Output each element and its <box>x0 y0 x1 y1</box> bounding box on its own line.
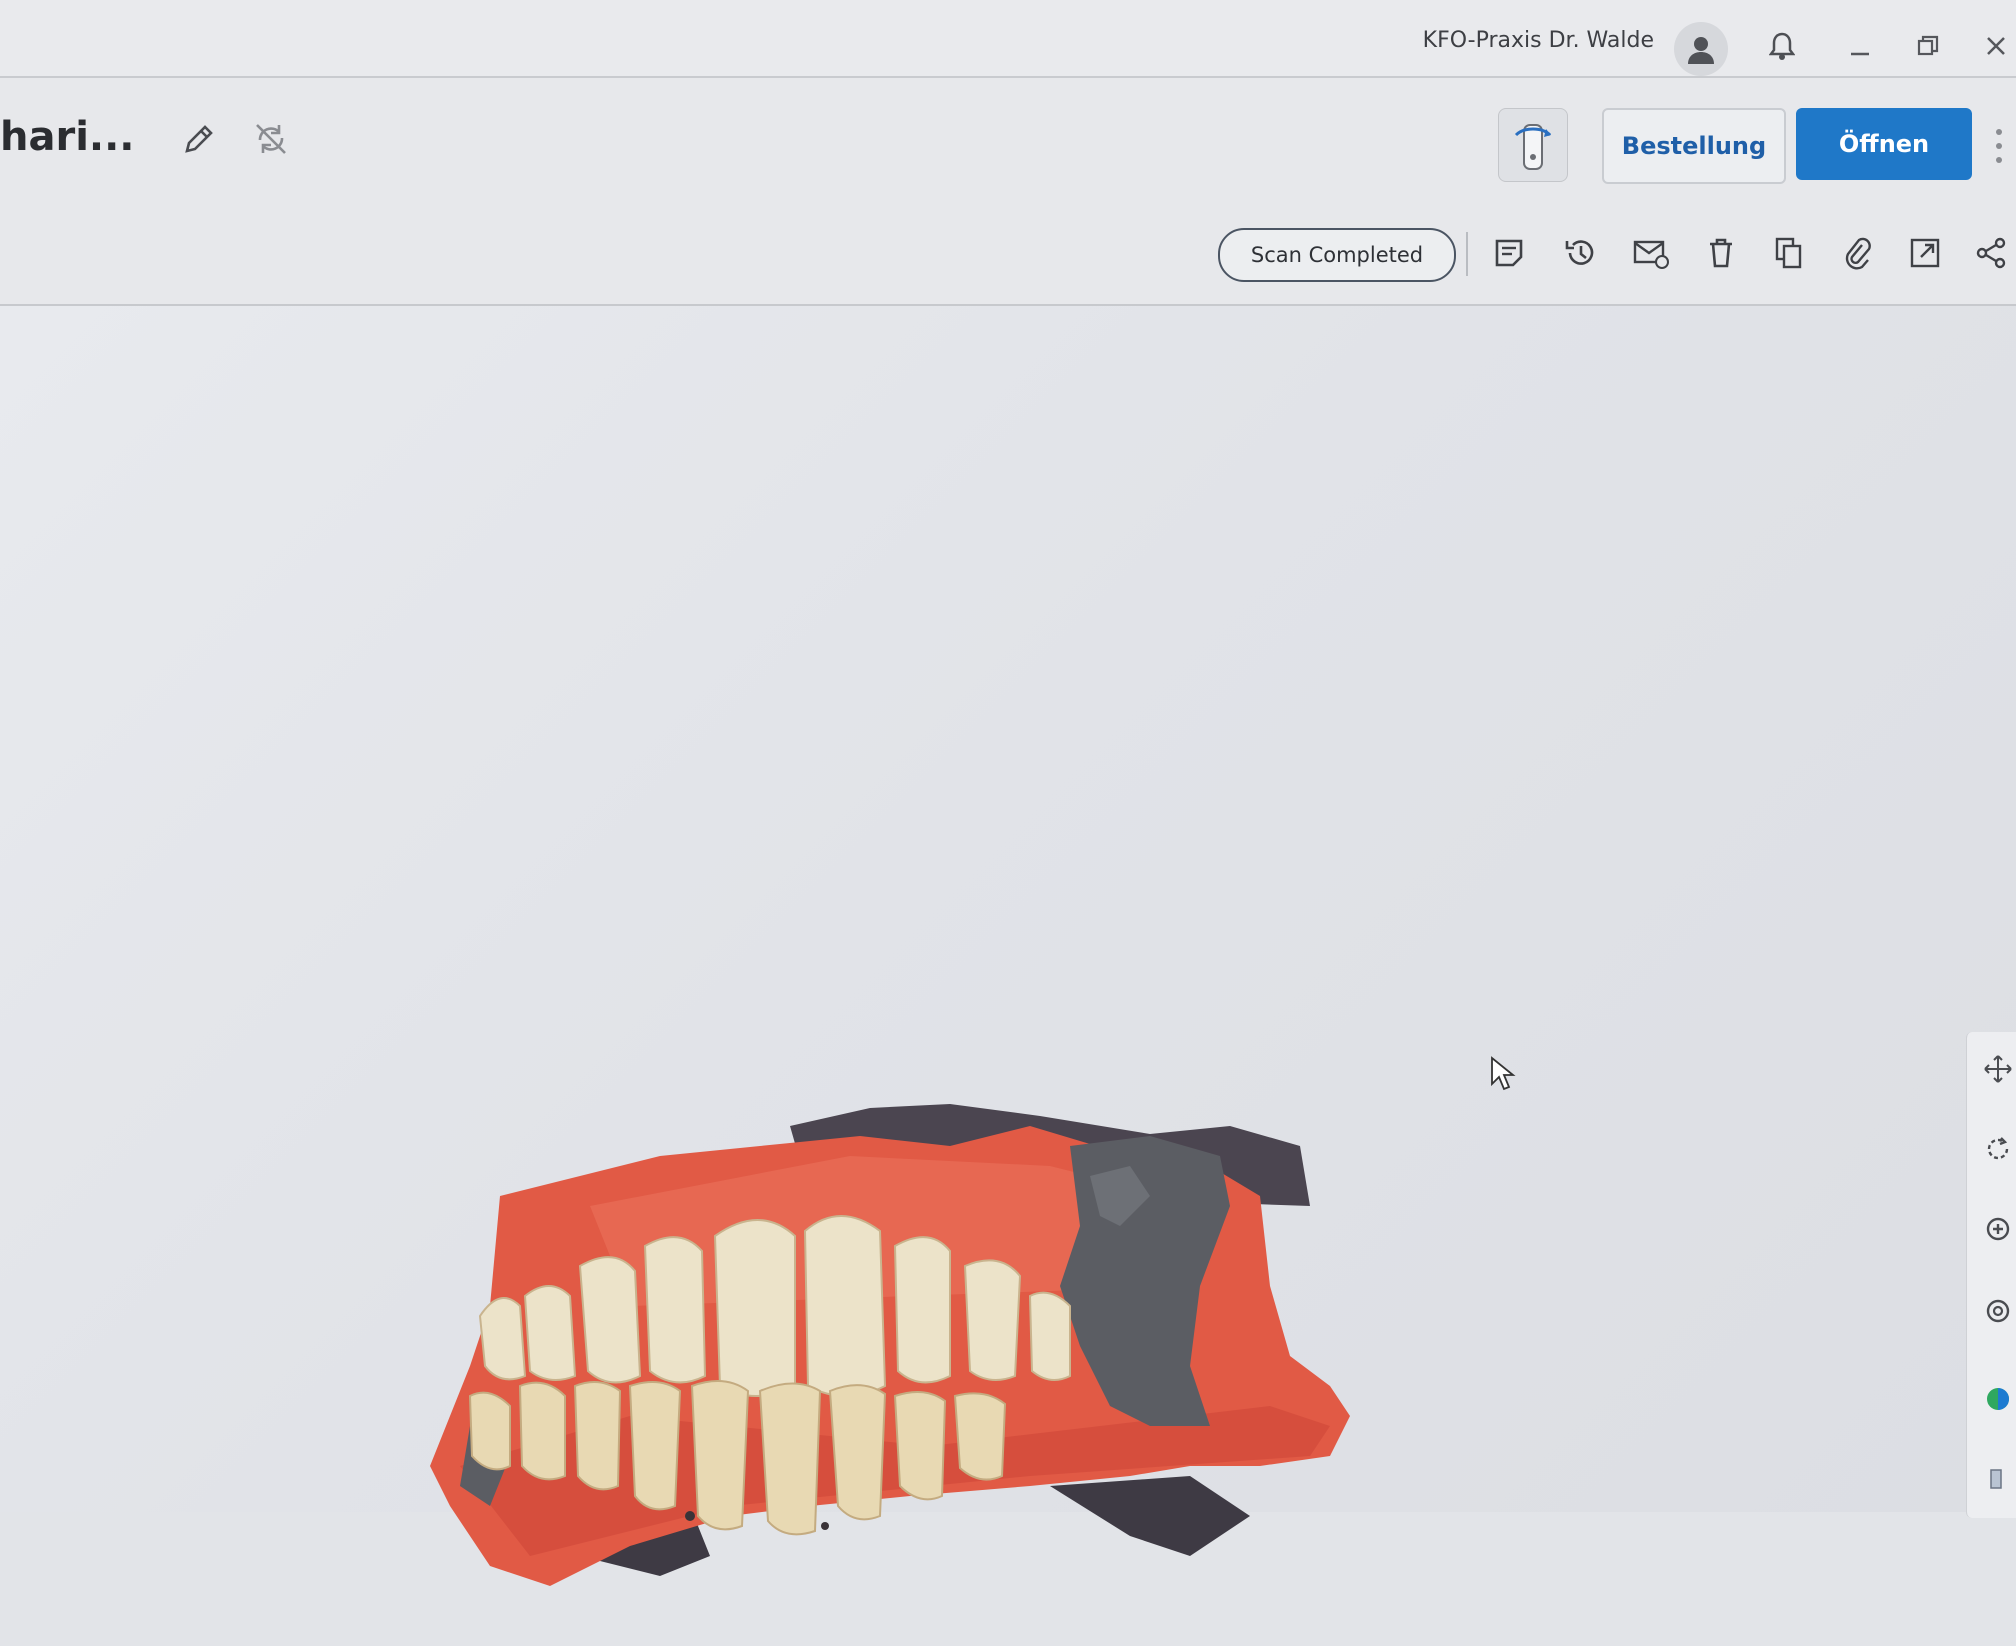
pan-icon[interactable] <box>1981 1052 2015 1086</box>
more-options-icon[interactable] <box>1992 126 2006 166</box>
scanner-button[interactable] <box>1498 108 1568 182</box>
close-icon[interactable] <box>1976 26 2016 66</box>
mouse-cursor-icon <box>1491 1056 1516 1091</box>
panel-toggle-icon[interactable] <box>1981 1462 2015 1496</box>
mail-icon[interactable] <box>1626 228 1676 278</box>
copy-icon[interactable] <box>1764 228 1814 278</box>
scan-viewport[interactable] <box>0 306 2016 1586</box>
zoom-in-icon[interactable] <box>1981 1212 2015 1246</box>
notes-icon[interactable] <box>1484 228 1534 278</box>
dental-scan-model[interactable] <box>430 1086 1510 1646</box>
user-icon[interactable] <box>1674 22 1728 76</box>
sync-off-icon[interactable] <box>248 116 294 162</box>
order-button[interactable]: Bestellung <box>1602 108 1786 184</box>
restore-icon[interactable] <box>1908 26 1948 66</box>
minimize-icon[interactable] <box>1840 26 1880 66</box>
status-badge: Scan Completed <box>1218 228 1456 282</box>
scanner-icon <box>1514 124 1552 170</box>
color-icon[interactable] <box>1981 1382 2015 1416</box>
open-button[interactable]: Öffnen <box>1796 108 1972 180</box>
attach-icon[interactable] <box>1832 228 1882 278</box>
bell-icon[interactable] <box>1762 26 1802 66</box>
delete-icon[interactable] <box>1696 228 1746 278</box>
edit-icon[interactable] <box>176 116 222 162</box>
history-icon[interactable] <box>1556 228 1606 278</box>
view-tools-panel <box>1966 1032 2016 1518</box>
toolbar-divider <box>1466 232 1468 276</box>
rotate-icon[interactable] <box>1981 1132 2015 1166</box>
export-icon[interactable] <box>1900 228 1950 278</box>
zoom-fit-icon[interactable] <box>1981 1294 2015 1328</box>
practice-name: KFO-Praxis Dr. Walde <box>1422 28 1654 53</box>
share-icon[interactable] <box>1966 228 2016 278</box>
title-bar: KFO-Praxis Dr. Walde <box>0 0 2016 78</box>
case-title: hari... <box>0 114 135 160</box>
